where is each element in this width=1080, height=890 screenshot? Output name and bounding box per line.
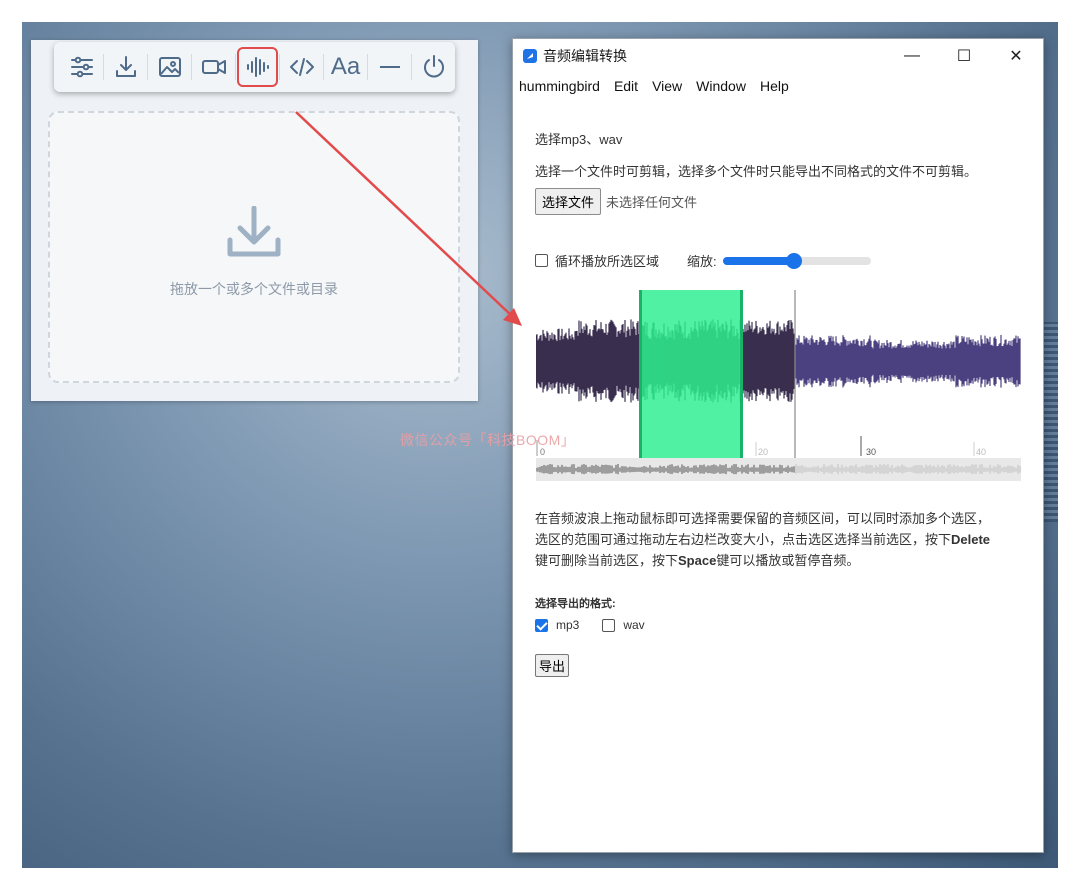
no-file-text: 未选择任何文件 [606, 195, 698, 210]
format-options: mp3 wav [535, 618, 645, 632]
selection-right-handle[interactable] [740, 290, 743, 458]
title-bar: 音频编辑转换 — ☐ ✕ [513, 39, 1043, 73]
description-line-3: 键可删除当前选区，按下Space键可以播放或暂停音频。 [535, 553, 860, 568]
window-title: 音频编辑转换 [543, 48, 627, 64]
loop-label: 循环播放所选区域 [555, 254, 660, 269]
mp3-label: mp3 [556, 618, 580, 632]
hint-text: 选择一个文件时可剪辑，选择多个文件时只能导出不同格式的文件不可剪辑。 [535, 164, 978, 179]
loop-checkbox[interactable] [535, 254, 548, 267]
watermark: 微信公众号「科技BOOM」 [400, 432, 576, 448]
menu-hummingbird[interactable]: hummingbird [519, 78, 600, 94]
timeline-label-40: 40 [976, 447, 986, 457]
menu-view[interactable]: View [652, 78, 682, 94]
menu-edit[interactable]: Edit [614, 78, 638, 94]
minimize-button[interactable]: — [889, 39, 935, 73]
choose-file-button[interactable]: 选择文件 [535, 188, 602, 215]
mp3-checkbox[interactable] [535, 618, 548, 632]
image-icon[interactable] [148, 47, 191, 87]
tool-toolbar: Aa [54, 42, 455, 92]
audio-wave-icon[interactable] [236, 47, 279, 87]
zoom-label: 缩放: [687, 254, 717, 269]
space-key: Space [678, 553, 717, 568]
export-button[interactable]: 导出 [535, 654, 570, 677]
menu-help[interactable]: Help [760, 78, 789, 94]
description-line-1: 在音频波浪上拖动鼠标即可选择需要保留的音频区间，可以同时添加多个选区， [535, 511, 991, 526]
zoom-slider[interactable] [722, 252, 871, 269]
waveform-editor[interactable]: 0 20 30 40 [536, 290, 1021, 482]
wav-label: wav [623, 618, 645, 632]
download-icon[interactable] [104, 47, 147, 87]
sliders-icon[interactable] [60, 47, 103, 87]
delete-key: Delete [951, 532, 991, 547]
timeline: 0 20 30 40 [536, 436, 986, 457]
code-icon[interactable] [280, 47, 323, 87]
maximize-button[interactable]: ☐ [941, 39, 987, 73]
choose-format-label: 选择mp3、wav [535, 132, 623, 147]
drop-download-icon [227, 206, 281, 257]
usage-description: 在音频波浪上拖动鼠标即可选择需要保留的音频区间，可以同时添加多个选区， 选区的范… [535, 508, 1025, 571]
zoom-slider-thumb[interactable] [785, 252, 802, 269]
description-line-2: 选区的范围可通过拖动左右边栏改变大小，点击选区选择当前选区，按下Delete [535, 532, 991, 547]
timeline-label-30: 30 [866, 447, 876, 457]
font-icon[interactable]: Aa [324, 47, 367, 87]
export-format-title: 选择导出的格式: [535, 598, 616, 610]
timeline-label-20: 20 [758, 447, 768, 457]
minimize-icon[interactable] [368, 47, 411, 87]
toolbar-divider [235, 54, 236, 80]
menu-window[interactable]: Window [696, 78, 746, 94]
drop-zone-text: 拖放一个或多个文件或目录 [170, 281, 338, 297]
app-logo-icon [523, 49, 537, 63]
editor-content: 选择mp3、wav 选择一个文件时可剪辑，选择多个文件时只能导出不同格式的文件不… [535, 129, 1023, 270]
waveform-selected [641, 319, 740, 403]
video-icon[interactable] [192, 47, 235, 87]
menu-bar: hummingbird Edit View Window Help [513, 73, 1043, 99]
close-button[interactable]: ✕ [993, 39, 1039, 73]
selection-left-handle[interactable] [639, 290, 642, 458]
zoom-slider-fill [722, 256, 794, 265]
power-icon[interactable] [412, 47, 455, 87]
waveform-main[interactable] [536, 319, 1021, 403]
wav-checkbox[interactable] [602, 618, 616, 632]
